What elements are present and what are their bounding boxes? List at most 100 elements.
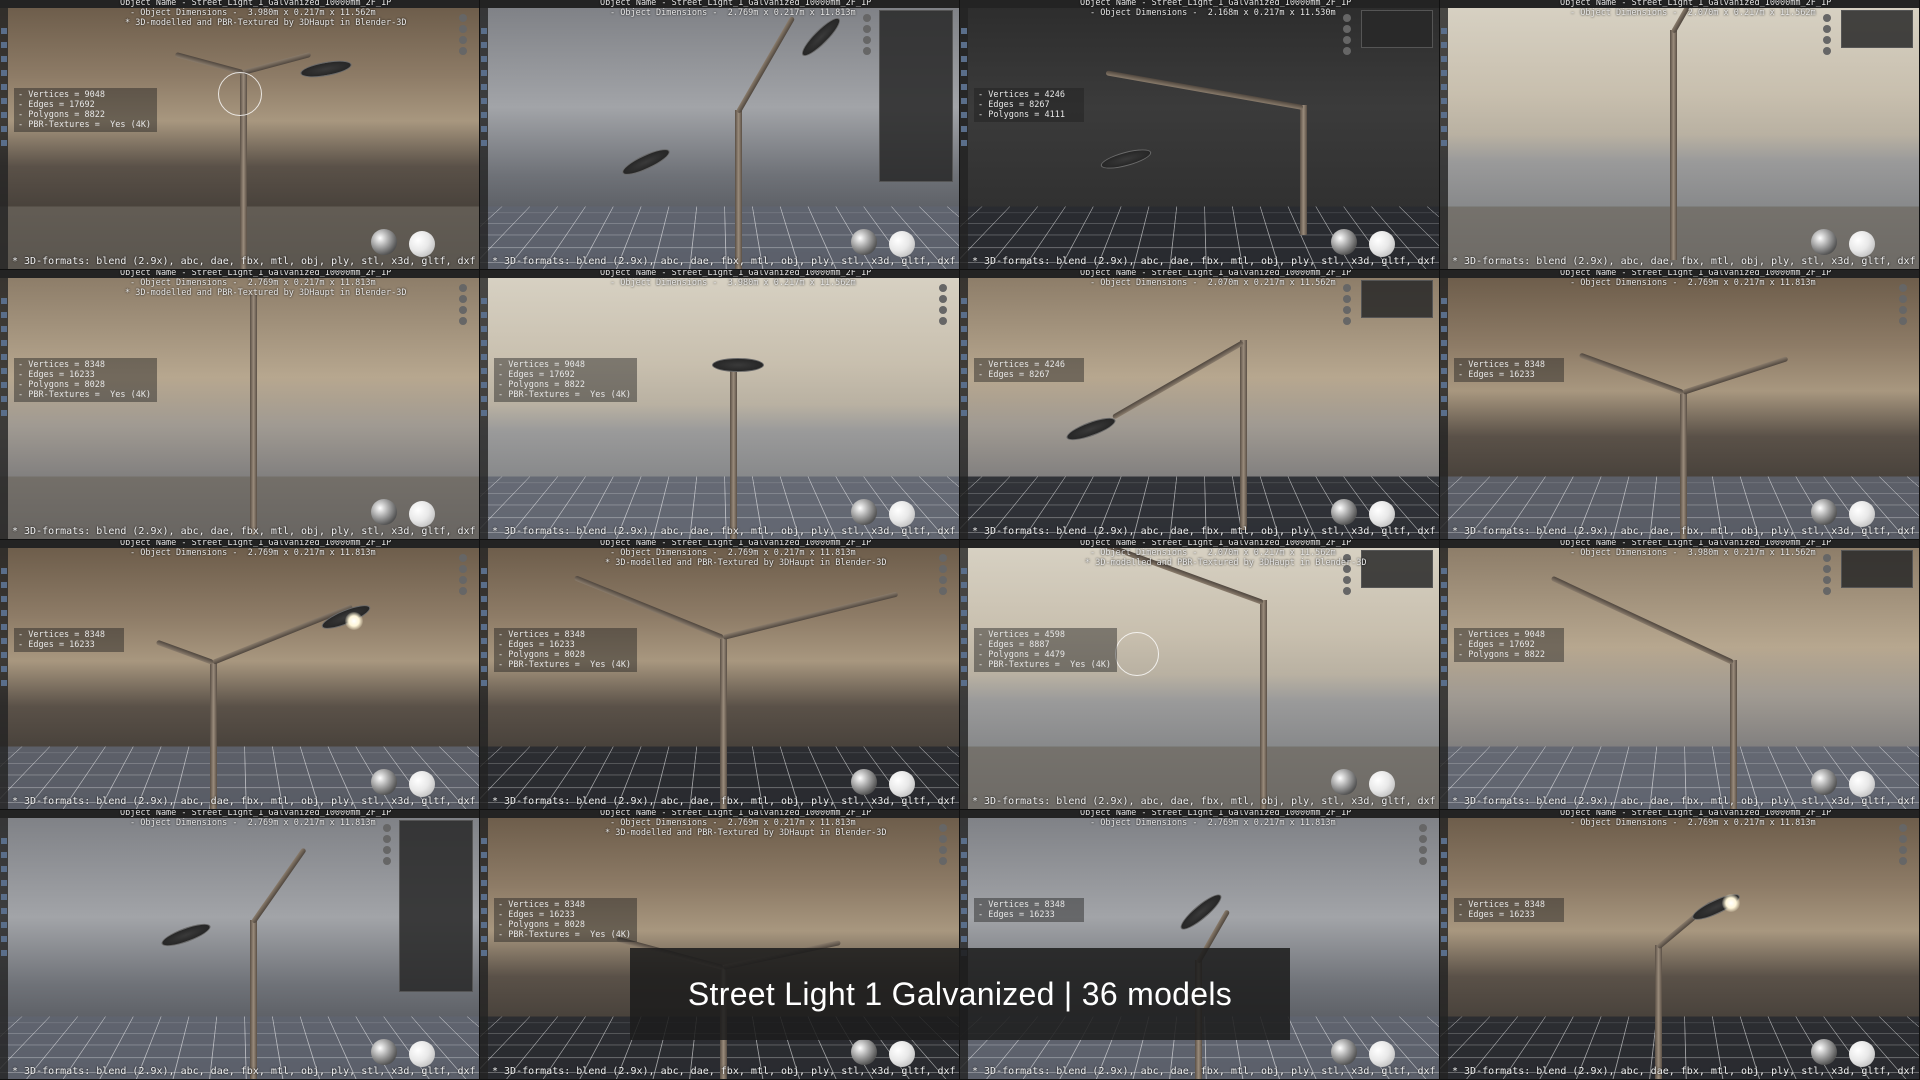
gizmo-button[interactable] xyxy=(1343,47,1351,55)
gizmo-button[interactable] xyxy=(459,284,467,292)
navigation-gizmo[interactable] xyxy=(1419,824,1431,874)
tool-icon[interactable] xyxy=(1441,638,1447,644)
tool-icon[interactable] xyxy=(1441,596,1447,602)
tool-icon[interactable] xyxy=(481,112,487,118)
tool-icon[interactable] xyxy=(1,312,7,318)
tool-icon[interactable] xyxy=(1441,312,1447,318)
tool-icon[interactable] xyxy=(481,396,487,402)
tool-icon[interactable] xyxy=(1441,950,1447,956)
tool-icon[interactable] xyxy=(1441,98,1447,104)
gizmo-button[interactable] xyxy=(939,587,947,595)
gizmo-button[interactable] xyxy=(1899,846,1907,854)
tool-icon[interactable] xyxy=(481,880,487,886)
tool-icon[interactable] xyxy=(1,950,7,956)
gizmo-button[interactable] xyxy=(1899,295,1907,303)
gizmo-button[interactable] xyxy=(939,824,947,832)
tool-icon[interactable] xyxy=(1,410,7,416)
tool-icon[interactable] xyxy=(481,638,487,644)
gizmo-button[interactable] xyxy=(1343,576,1351,584)
properties-panel[interactable] xyxy=(1361,10,1433,48)
tool-icon[interactable] xyxy=(1441,140,1447,146)
tool-icon[interactable] xyxy=(481,70,487,76)
tool-icon[interactable] xyxy=(1441,340,1447,346)
tool-icon[interactable] xyxy=(1,596,7,602)
tool-icon[interactable] xyxy=(1,568,7,574)
navigation-gizmo[interactable] xyxy=(1823,554,1835,604)
gizmo-button[interactable] xyxy=(1823,576,1831,584)
tool-icon[interactable] xyxy=(481,568,487,574)
tool-icon[interactable] xyxy=(1441,680,1447,686)
tool-icon[interactable] xyxy=(481,950,487,956)
tool-icon[interactable] xyxy=(1,652,7,658)
gizmo-button[interactable] xyxy=(1823,554,1831,562)
tool-icon[interactable] xyxy=(1,298,7,304)
tool-icon[interactable] xyxy=(1,936,7,942)
tool-icon[interactable] xyxy=(961,666,967,672)
gizmo-button[interactable] xyxy=(459,306,467,314)
navigation-gizmo[interactable] xyxy=(1823,14,1835,64)
tool-icon[interactable] xyxy=(481,866,487,872)
gizmo-button[interactable] xyxy=(863,36,871,44)
tool-icon[interactable] xyxy=(1441,652,1447,658)
navigation-gizmo[interactable] xyxy=(1343,284,1355,334)
tool-icon[interactable] xyxy=(1441,568,1447,574)
tool-icon[interactable] xyxy=(1441,894,1447,900)
gizmo-button[interactable] xyxy=(1823,25,1831,33)
tool-icon[interactable] xyxy=(1,610,7,616)
tool-icon[interactable] xyxy=(961,354,967,360)
tool-icon[interactable] xyxy=(1441,922,1447,928)
tool-icon[interactable] xyxy=(961,396,967,402)
tool-icon[interactable] xyxy=(1,354,7,360)
tool-icon[interactable] xyxy=(1,368,7,374)
tool-icon[interactable] xyxy=(961,610,967,616)
tool-icon[interactable] xyxy=(1441,866,1447,872)
tool-icon[interactable] xyxy=(1,56,7,62)
tool-icon[interactable] xyxy=(1441,666,1447,672)
tool-icon[interactable] xyxy=(961,894,967,900)
gizmo-button[interactable] xyxy=(1899,317,1907,325)
gizmo-button[interactable] xyxy=(459,317,467,325)
tool-icon[interactable] xyxy=(961,922,967,928)
tool-icon[interactable] xyxy=(961,382,967,388)
gizmo-button[interactable] xyxy=(1899,824,1907,832)
gizmo-button[interactable] xyxy=(939,857,947,865)
tool-icon[interactable] xyxy=(961,140,967,146)
tool-icon[interactable] xyxy=(481,922,487,928)
gizmo-button[interactable] xyxy=(383,835,391,843)
tool-icon[interactable] xyxy=(961,410,967,416)
tool-icon[interactable] xyxy=(481,596,487,602)
gizmo-button[interactable] xyxy=(939,317,947,325)
tool-icon[interactable] xyxy=(1,582,7,588)
tool-icon[interactable] xyxy=(961,84,967,90)
tool-icon[interactable] xyxy=(1,638,7,644)
tool-icon[interactable] xyxy=(481,894,487,900)
properties-panel[interactable] xyxy=(1841,10,1913,48)
tool-icon[interactable] xyxy=(1,140,7,146)
3d-cursor-ring[interactable] xyxy=(218,72,262,116)
gizmo-button[interactable] xyxy=(1823,587,1831,595)
properties-panel[interactable] xyxy=(1361,280,1433,318)
gizmo-button[interactable] xyxy=(459,47,467,55)
gizmo-button[interactable] xyxy=(1343,14,1351,22)
gizmo-button[interactable] xyxy=(863,14,871,22)
tool-icon[interactable] xyxy=(1,852,7,858)
tool-icon[interactable] xyxy=(1,624,7,630)
tool-icon[interactable] xyxy=(1,98,7,104)
tool-icon[interactable] xyxy=(1441,56,1447,62)
tool-icon[interactable] xyxy=(961,298,967,304)
tool-icon[interactable] xyxy=(1441,112,1447,118)
tool-icon[interactable] xyxy=(961,936,967,942)
gizmo-button[interactable] xyxy=(459,36,467,44)
tool-icon[interactable] xyxy=(961,98,967,104)
tool-icon[interactable] xyxy=(1441,298,1447,304)
tool-icon[interactable] xyxy=(481,666,487,672)
tool-icon[interactable] xyxy=(1441,624,1447,630)
tool-icon[interactable] xyxy=(481,56,487,62)
tool-icon[interactable] xyxy=(1441,28,1447,34)
3d-cursor-ring[interactable] xyxy=(1115,632,1159,676)
tool-icon[interactable] xyxy=(961,638,967,644)
tool-icon[interactable] xyxy=(1,326,7,332)
gizmo-button[interactable] xyxy=(1343,25,1351,33)
tool-icon[interactable] xyxy=(481,84,487,90)
tool-icon[interactable] xyxy=(1,908,7,914)
